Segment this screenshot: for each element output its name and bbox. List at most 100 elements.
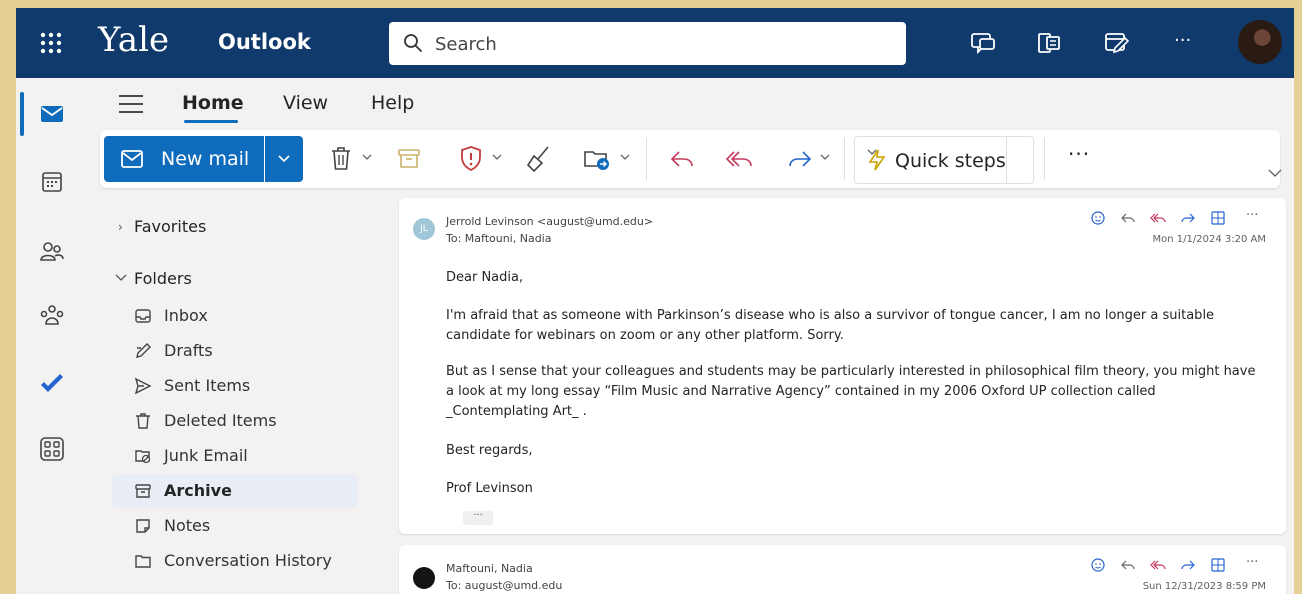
folder-label: Drafts (164, 341, 213, 360)
more-options-button[interactable]: ··· (1174, 30, 1191, 51)
brand-logo[interactable]: Yale (98, 20, 169, 60)
forward-chevron-icon[interactable] (820, 154, 830, 162)
groups-icon[interactable] (38, 302, 66, 330)
folder-archive[interactable]: Archive (112, 474, 358, 508)
mail-icon[interactable] (38, 100, 66, 128)
message-more-button[interactable]: ··· (1246, 555, 1258, 570)
folder-drafts[interactable]: Drafts (112, 334, 358, 368)
folder-deleted-items[interactable]: Deleted Items (112, 404, 358, 438)
new-mail-button[interactable]: New mail (104, 136, 264, 182)
quick-steps-chevron-icon[interactable] (867, 149, 877, 157)
reply-icon[interactable] (1120, 557, 1136, 573)
message-card[interactable]: Maftouni, Nadia To: august@umd.edu ··· S… (399, 545, 1286, 594)
folder-inbox[interactable]: Inbox (112, 299, 358, 333)
top-bar: Yale Outlook ··· (16, 8, 1294, 78)
chevron-down-icon (278, 155, 290, 163)
body-paragraph: I'm afraid that as someone with Parkinso… (446, 308, 1215, 343)
report-chevron-icon[interactable] (492, 154, 502, 162)
forward-icon[interactable] (786, 144, 814, 174)
apps-icon[interactable] (1210, 557, 1226, 573)
tab-home[interactable]: Home (182, 92, 244, 114)
app-name[interactable]: Outlook (218, 30, 311, 54)
my-day-icon[interactable] (1101, 28, 1131, 58)
ribbon-divider (844, 138, 845, 180)
reply-all-icon[interactable] (1150, 557, 1166, 573)
search-box[interactable] (389, 22, 906, 65)
new-mail-dropdown[interactable] (265, 136, 303, 182)
delete-icon[interactable] (329, 144, 353, 174)
inbox-icon (135, 309, 151, 323)
move-to-chevron-icon[interactable] (620, 154, 630, 162)
people-icon[interactable] (38, 238, 66, 266)
folders-header[interactable]: Folders (134, 269, 192, 288)
tab-view[interactable]: View (283, 92, 328, 114)
reply-all-icon[interactable] (1150, 210, 1166, 226)
folders-chevron-icon[interactable] (115, 274, 127, 282)
office-icon[interactable] (1034, 28, 1064, 58)
favorites-chevron-icon[interactable]: › (118, 220, 123, 234)
folder-label: Archive (164, 481, 232, 500)
app-rail (16, 78, 100, 594)
app-launcher-icon[interactable] (38, 30, 64, 56)
outlook-window: Yale Outlook ··· (16, 8, 1294, 594)
forward-icon[interactable] (1180, 210, 1196, 226)
search-icon (404, 34, 422, 52)
reply-icon[interactable] (1120, 210, 1136, 226)
new-mail-label: New mail (161, 148, 250, 170)
tab-help[interactable]: Help (371, 92, 414, 114)
folder-conversation-history[interactable]: Conversation History (112, 544, 358, 578)
quick-steps-separator (1006, 137, 1007, 183)
show-quoted-text-button[interactable]: ··· (463, 511, 493, 525)
reaction-icon[interactable] (1090, 557, 1106, 573)
reply-icon[interactable] (668, 144, 696, 174)
ribbon-expand-chevron-icon[interactable] (1268, 168, 1282, 178)
sent-icon (134, 377, 152, 395)
archive-icon[interactable] (396, 144, 422, 174)
recipients[interactable]: To: Maftouni, Nadia (446, 232, 551, 245)
new-mail-icon (121, 150, 143, 168)
ribbon-divider (1044, 138, 1045, 180)
junk-icon (135, 450, 151, 464)
favorites-header[interactable]: Favorites (134, 217, 206, 236)
delete-chevron-icon[interactable] (362, 154, 372, 162)
ribbon-toolbar: New mail Quick steps ··· (100, 130, 1280, 188)
calendar-icon[interactable] (38, 168, 66, 196)
body-paragraph: But as I sense that your colleagues and … (446, 364, 1256, 419)
active-tab-indicator (184, 120, 238, 123)
folder-sent-items[interactable]: Sent Items (112, 369, 358, 403)
folder-junk-email[interactable]: Junk Email (112, 439, 358, 473)
forward-icon[interactable] (1180, 557, 1196, 573)
hamburger-menu-icon[interactable] (118, 94, 144, 114)
ribbon-more-button[interactable]: ··· (1068, 142, 1090, 166)
quick-steps-button[interactable]: Quick steps (854, 136, 1034, 184)
drafts-icon (136, 343, 151, 358)
message-date: Mon 1/1/2024 3:20 AM (1152, 234, 1266, 245)
folder-notes[interactable]: Notes (112, 509, 358, 543)
more-apps-icon[interactable] (38, 435, 66, 463)
archive-icon (135, 484, 151, 498)
sender-avatar[interactable]: JL (413, 218, 435, 240)
teams-chat-icon[interactable] (968, 28, 998, 58)
message-actions: ··· (1090, 555, 1270, 577)
report-icon[interactable] (458, 144, 484, 174)
quick-steps-label: Quick steps (895, 150, 1006, 172)
body-greeting: Dear Nadia, (446, 270, 524, 285)
apps-icon[interactable] (1210, 210, 1226, 226)
move-to-icon[interactable] (582, 144, 612, 174)
message-card[interactable]: JL Jerrold Levinson <august@umd.edu> To:… (399, 198, 1286, 534)
recipients[interactable]: To: august@umd.edu (446, 579, 562, 592)
user-avatar[interactable] (1238, 20, 1282, 64)
reply-all-icon[interactable] (724, 144, 754, 174)
search-input[interactable] (433, 28, 877, 60)
body-signature: Prof Levinson (446, 481, 533, 496)
sender[interactable]: Jerrold Levinson <august@umd.edu> (446, 215, 653, 228)
notes-icon (136, 519, 150, 533)
sender-avatar[interactable] (413, 567, 435, 589)
sender[interactable]: Maftouni, Nadia (446, 562, 533, 575)
folder-label: Conversation History (164, 551, 332, 570)
message-more-button[interactable]: ··· (1246, 208, 1258, 223)
to-do-icon[interactable] (38, 370, 66, 398)
sweep-icon[interactable] (524, 144, 552, 174)
reaction-icon[interactable] (1090, 210, 1106, 226)
message-date: Sun 12/31/2023 8:59 PM (1142, 581, 1266, 592)
